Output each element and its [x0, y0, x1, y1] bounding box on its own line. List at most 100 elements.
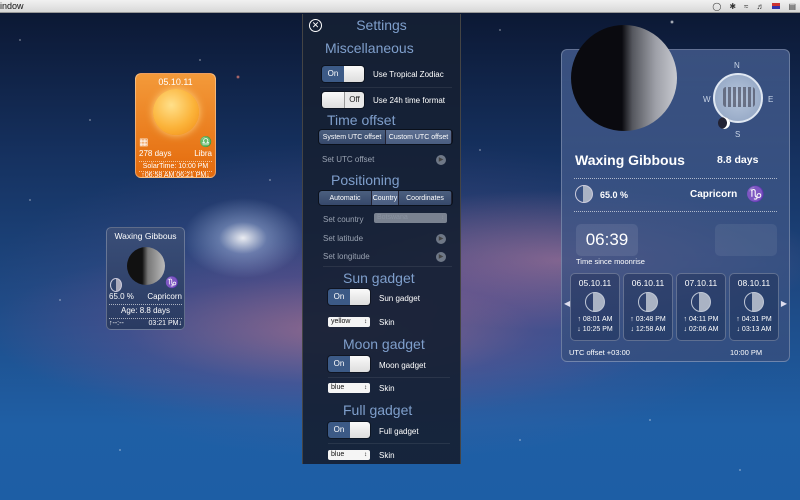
utc-disclosure-icon[interactable]: ▶ — [436, 155, 446, 165]
volume-icon[interactable]: ♬ — [756, 2, 764, 11]
compass-north: N — [734, 61, 740, 70]
sunset-time: 06:21 PM — [176, 172, 207, 179]
capricorn-icon: ♑ — [165, 277, 179, 289]
full-zodiac: Capricorn — [690, 189, 738, 200]
sun-skin-select[interactable]: yellow — [328, 317, 370, 327]
day-moonrise: ↑ 04:31 PM — [736, 316, 772, 323]
divider — [328, 443, 450, 444]
toggle-knob — [350, 289, 370, 305]
dotted-divider — [574, 211, 777, 212]
divider — [328, 377, 450, 378]
sun-zodiac: Libra — [194, 149, 212, 158]
set-latitude-label: Set latitude — [323, 234, 364, 243]
misc-title: Miscellaneous — [325, 40, 414, 56]
toggle-state: On — [328, 422, 350, 438]
moon-phase-icon — [585, 292, 605, 312]
segment-custom-utc[interactable]: Custom UTC offset — [386, 130, 452, 144]
day-moonset: ↓ 10:25 PM — [577, 326, 613, 333]
country-select[interactable]: Botswana — [374, 213, 447, 223]
spotlight-icon[interactable]: ◯ — [712, 2, 721, 11]
illumination-icon — [575, 185, 593, 203]
next-arrow-icon[interactable]: ▶ — [781, 299, 787, 308]
day-moonrise: ↑ 03:48 PM — [630, 316, 666, 323]
forecast-day: 08.10.11 ↑ 04:31 PM ↓ 03:13 AM — [729, 273, 779, 341]
divider — [323, 266, 452, 267]
menu-window[interactable]: indow — [0, 1, 24, 11]
day-moonrise: ↑ 08:01 AM — [577, 316, 613, 323]
time-24h-label: Use 24h time format — [373, 96, 446, 105]
forecast-day: 05.10.11 ↑ 08:01 AM ↓ 10:25 PM — [570, 273, 620, 341]
day-moonset: ↓ 03:13 AM — [736, 326, 772, 333]
solar-time: SolarTime: 10:00 PM — [139, 161, 212, 170]
compass-globe-icon — [713, 73, 763, 123]
sun-widget[interactable]: 05.10.11 ▦ ♎ 278 days Libra SolarTime: 1… — [135, 73, 216, 179]
toggle-state: On — [328, 289, 350, 305]
moon-gadget-toggle[interactable]: On — [328, 356, 370, 372]
empty-timebox — [715, 224, 777, 256]
bluetooth-icon[interactable]: ✱ — [729, 2, 736, 11]
day-date: 06.10.11 — [631, 278, 665, 288]
moonrise: ↑--:-- — [109, 320, 124, 327]
wifi-icon[interactable]: ≈ — [744, 2, 748, 11]
divider — [320, 87, 452, 88]
dotted-divider — [574, 178, 777, 179]
sun-gadget-toggle[interactable]: On — [328, 289, 370, 305]
moon-age: Age: 8.8 days — [109, 304, 182, 315]
moonrise-time: --:-- — [112, 320, 124, 327]
moon-zodiac: Capricorn — [147, 292, 182, 301]
moon-gadget-title: Moon gadget — [343, 336, 425, 352]
toggle-knob — [344, 66, 364, 82]
moon-widget[interactable]: Waxing Gibbous ♑ 65.0 % Capricorn Age: 8… — [106, 227, 185, 330]
time-24h-toggle[interactable]: Off — [322, 92, 364, 108]
tropical-zodiac-toggle[interactable]: On — [322, 66, 364, 82]
toggle-knob — [350, 422, 370, 438]
day-count: 278 days — [139, 149, 172, 158]
set-utc-label: Set UTC offset — [322, 155, 375, 164]
toggle-knob — [322, 92, 344, 108]
sunrise-time: 06:58 AM — [144, 172, 175, 179]
sunset-icon: ↓ — [206, 172, 210, 179]
full-skin-label: Skin — [379, 451, 395, 460]
toggle-knob — [350, 356, 370, 372]
full-skin-select[interactable]: blue — [328, 450, 370, 460]
moon-skin-label: Skin — [379, 384, 395, 393]
time-offset-title: Time offset — [327, 112, 396, 128]
moon-phase: Waxing Gibbous — [114, 231, 177, 241]
sun-date: 05.10.11 — [158, 77, 193, 87]
sun-gadget-label: Sun gadget — [379, 294, 420, 303]
segment-automatic[interactable]: Automatic — [319, 191, 372, 205]
day-date: 08.10.11 — [737, 278, 771, 288]
moon-position-icon — [718, 117, 730, 129]
moon-illumination: 65.0 % — [109, 292, 134, 301]
moon-phase-icon — [691, 292, 711, 312]
toggle-state: On — [322, 66, 344, 82]
status-icons: ◯ ✱ ≈ ♬ ▤ — [712, 2, 796, 11]
compass-south: S — [735, 130, 741, 139]
moonset-time: 03:21 PM — [148, 320, 179, 327]
flag-icon[interactable] — [772, 3, 781, 9]
moon-skin-select[interactable]: blue — [328, 383, 370, 393]
forecast-day: 06.10.11 ↑ 03:48 PM ↓ 12:58 AM — [623, 273, 673, 341]
battery-icon[interactable]: ▤ — [788, 2, 796, 11]
toggle-state: On — [328, 356, 350, 372]
sun-icon — [153, 89, 199, 135]
current-time: 10:00 PM — [730, 348, 763, 357]
sun-skin-label: Skin — [379, 318, 395, 327]
moon-image — [571, 25, 677, 131]
longitude-disclosure-icon[interactable]: ▶ — [436, 252, 446, 262]
segment-system-utc[interactable]: System UTC offset — [319, 130, 386, 144]
libra-icon: ♎ — [199, 137, 212, 148]
world-map-icon — [723, 87, 755, 107]
day-moonset: ↓ 12:58 AM — [630, 326, 666, 333]
segment-coordinates[interactable]: Coordinates — [399, 191, 452, 205]
sun-gadget-title: Sun gadget — [343, 270, 415, 286]
full-moon-age: 8.8 days — [717, 154, 759, 166]
segment-country[interactable]: Country — [372, 191, 399, 205]
tropical-zodiac-label: Use Tropical Zodiac — [373, 70, 444, 79]
time-since-label: Time since moonrise — [576, 257, 645, 266]
moon-phase-icon — [638, 292, 658, 312]
full-gadget-toggle[interactable]: On — [328, 422, 370, 438]
moon-phase-icon — [744, 292, 764, 312]
settings-panel: ✕ Settings Miscellaneous On Use Tropical… — [302, 14, 461, 464]
latitude-disclosure-icon[interactable]: ▶ — [436, 234, 446, 244]
